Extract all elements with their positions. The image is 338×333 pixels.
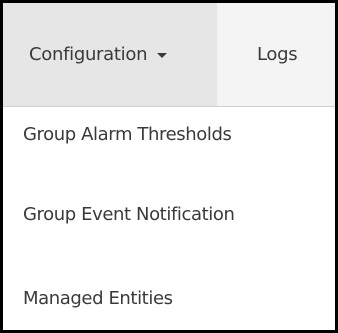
top-nav-bar: Configuration Logs xyxy=(3,3,335,106)
configuration-dropdown-menu: Group Alarm Thresholds Group Event Notif… xyxy=(3,106,335,330)
navigation-dropdown-frame: Configuration Logs Group Alarm Threshold… xyxy=(0,0,338,333)
menu-item-group-alarm-thresholds[interactable]: Group Alarm Thresholds xyxy=(23,124,232,145)
menu-item-group-event-notification[interactable]: Group Event Notification xyxy=(23,204,235,225)
nav-configuration-dropdown[interactable]: Configuration xyxy=(3,3,217,106)
chevron-down-icon xyxy=(157,53,168,58)
nav-configuration-label: Configuration xyxy=(29,44,148,65)
nav-logs-link[interactable]: Logs xyxy=(217,3,335,106)
nav-logs-label: Logs xyxy=(257,44,298,65)
menu-item-managed-entities[interactable]: Managed Entities xyxy=(23,288,173,309)
